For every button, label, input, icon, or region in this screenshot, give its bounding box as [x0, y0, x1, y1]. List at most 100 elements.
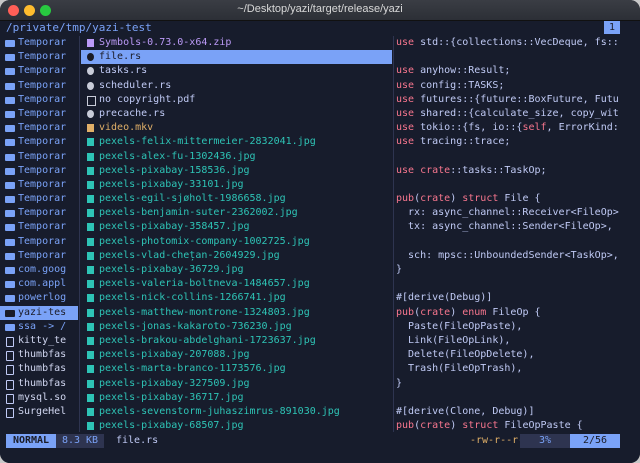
parent-item[interactable]: Temporar — [0, 164, 78, 178]
parent-item-label: Temporar — [18, 164, 67, 176]
file-item[interactable]: pexels-jonas-kakaroto-736230.jpg — [81, 320, 392, 334]
code-token: config::TASKS; — [414, 79, 505, 91]
file-name: video.mkv — [99, 122, 154, 134]
code-token: pub — [396, 306, 415, 318]
file-item[interactable]: no copyright.pdf — [81, 93, 392, 107]
file-name: precache.rs — [99, 107, 166, 119]
parent-item-label: mysql.so — [18, 391, 67, 403]
file-item[interactable]: pexels-pixabay-358457.jpg — [81, 220, 392, 234]
code-line: use config::TASKS; — [396, 79, 636, 93]
image-file-icon — [87, 336, 94, 345]
folder-icon — [5, 82, 15, 90]
parent-item[interactable]: Temporar — [0, 107, 78, 121]
parent-item[interactable]: Temporar — [0, 64, 78, 78]
parent-item[interactable]: Temporar — [0, 206, 78, 220]
code-token: crate — [420, 306, 451, 318]
file-icon — [6, 336, 14, 347]
code-token: use — [396, 136, 415, 148]
file-item[interactable]: pexels-matthew-montrone-1324803.jpg — [81, 306, 392, 320]
file-item[interactable]: pexels-photomix-company-1002725.jpg — [81, 235, 392, 249]
pane-divider — [79, 36, 80, 432]
file-name: pexels-vlad-chețan-2604929.jpg — [99, 249, 280, 261]
parent-item[interactable]: Temporar — [0, 121, 78, 135]
file-item[interactable]: pexels-pixabay-327509.jpg — [81, 377, 392, 391]
parent-item[interactable]: com.appl — [0, 277, 78, 291]
rust-file-icon — [87, 53, 94, 62]
file-item[interactable]: pexels-nick-collins-1266741.jpg — [81, 291, 392, 305]
parent-item[interactable]: Temporar — [0, 79, 78, 93]
file-item[interactable]: pexels-egil-sjøholt-1986658.jpg — [81, 192, 392, 206]
file-item[interactable]: file.rs — [81, 50, 392, 65]
file-item[interactable]: pexels-alex-fu-1302436.jpg — [81, 150, 392, 164]
file-item[interactable]: scheduler.rs — [81, 79, 392, 93]
image-file-icon — [87, 422, 94, 431]
folder-icon — [5, 267, 15, 274]
parent-item[interactable]: thumbfas — [0, 362, 78, 376]
parent-item[interactable]: thumbfas — [0, 377, 78, 391]
parent-item[interactable]: ssa -> / — [0, 320, 78, 334]
parent-item[interactable]: Temporar — [0, 36, 78, 50]
parent-item-label: Temporar — [18, 93, 67, 105]
image-file-icon — [87, 294, 94, 303]
file-item[interactable]: pexels-felix-mittermeier-2832041.jpg — [81, 135, 392, 149]
file-item[interactable]: pexels-vlad-chețan-2604929.jpg — [81, 249, 392, 263]
file-name: pexels-photomix-company-1002725.jpg — [99, 235, 310, 247]
file-item[interactable]: pexels-brakou-abdelghani-1723637.jpg — [81, 334, 392, 348]
parent-item[interactable]: Temporar — [0, 50, 78, 64]
file-item[interactable]: pexels-pixabay-158536.jpg — [81, 164, 392, 178]
code-token: crate — [420, 193, 451, 205]
file-item[interactable]: tasks.rs — [81, 64, 392, 78]
image-file-icon — [87, 138, 94, 147]
parent-item[interactable]: Temporar — [0, 220, 78, 234]
file-item[interactable]: pexels-valeria-boltneva-1484657.jpg — [81, 277, 392, 291]
parent-item[interactable]: Temporar — [0, 249, 78, 263]
parent-item-label: thumbfas — [18, 363, 67, 375]
parent-item[interactable]: kitty_te — [0, 334, 78, 348]
parent-item[interactable]: Temporar — [0, 192, 78, 206]
rust-file-icon — [87, 109, 94, 118]
scroll-percent: 3% — [520, 434, 570, 448]
current-directory-pane: Symbols-0.73.0-x64.zip file.rs tasks.rs sch… — [81, 36, 392, 432]
file-size: 8.3 KB — [56, 434, 104, 448]
file-item[interactable]: Symbols-0.73.0-x64.zip — [81, 36, 392, 50]
parent-item[interactable]: yazi-tes — [0, 305, 78, 320]
folder-icon — [5, 54, 15, 62]
file-item[interactable]: pexels-pixabay-33101.jpg — [81, 178, 392, 192]
parent-item[interactable]: Temporar — [0, 93, 78, 107]
code-line: use crate::tasks::TaskOp; — [396, 164, 636, 178]
file-item[interactable]: pexels-marta-branco-1173576.jpg — [81, 362, 392, 376]
file-item[interactable]: pexels-pixabay-68507.jpg — [81, 419, 392, 432]
file-item[interactable]: pexels-pixabay-207088.jpg — [81, 348, 392, 362]
parent-item[interactable]: Temporar — [0, 135, 78, 149]
header-bar: /private/tmp/yazi-test 1 — [0, 20, 640, 35]
parent-item[interactable]: thumbfas — [0, 348, 78, 362]
parent-item-label: com.goog — [18, 264, 67, 275]
parent-item[interactable]: com.goog — [0, 263, 78, 277]
folder-icon — [5, 224, 15, 232]
file-item[interactable]: pexels-benjamin-suter-2362002.jpg — [81, 206, 392, 220]
parent-item[interactable]: powerlog — [0, 291, 78, 305]
parent-item[interactable]: Temporar — [0, 178, 78, 192]
parent-item[interactable]: Temporar — [0, 235, 78, 249]
code-token: crate — [420, 164, 451, 176]
file-item[interactable]: pexels-pixabay-36729.jpg — [81, 263, 392, 277]
code-token: shared::{calculate_size, copy_wit — [414, 107, 619, 119]
parent-item[interactable]: mysql.so — [0, 391, 78, 405]
code-token: std::{collections::VecDeque, fs:: — [414, 37, 619, 48]
mode-indicator: NORMAL — [6, 434, 56, 448]
status-filename: file.rs — [116, 435, 159, 446]
code-token: ) — [450, 420, 463, 432]
file-item[interactable]: video.mkv — [81, 121, 392, 135]
parent-item[interactable]: SurgeHel — [0, 405, 78, 419]
tab-indicator[interactable]: 1 — [604, 21, 620, 34]
parent-item[interactable]: Temporar — [0, 150, 78, 164]
image-file-icon — [87, 180, 94, 189]
file-item[interactable]: pexels-pixabay-36717.jpg — [81, 391, 392, 405]
file-item[interactable]: precache.rs — [81, 107, 392, 121]
code-token: struct — [462, 420, 499, 432]
code-token: #[derive(Debug)] — [396, 292, 493, 304]
parent-item-label: ssa -> / — [18, 320, 67, 332]
code-token: Link(FileOpLink), — [396, 334, 511, 346]
file-item[interactable]: pexels-sevenstorm-juhaszimrus-891030.jpg — [81, 405, 392, 419]
